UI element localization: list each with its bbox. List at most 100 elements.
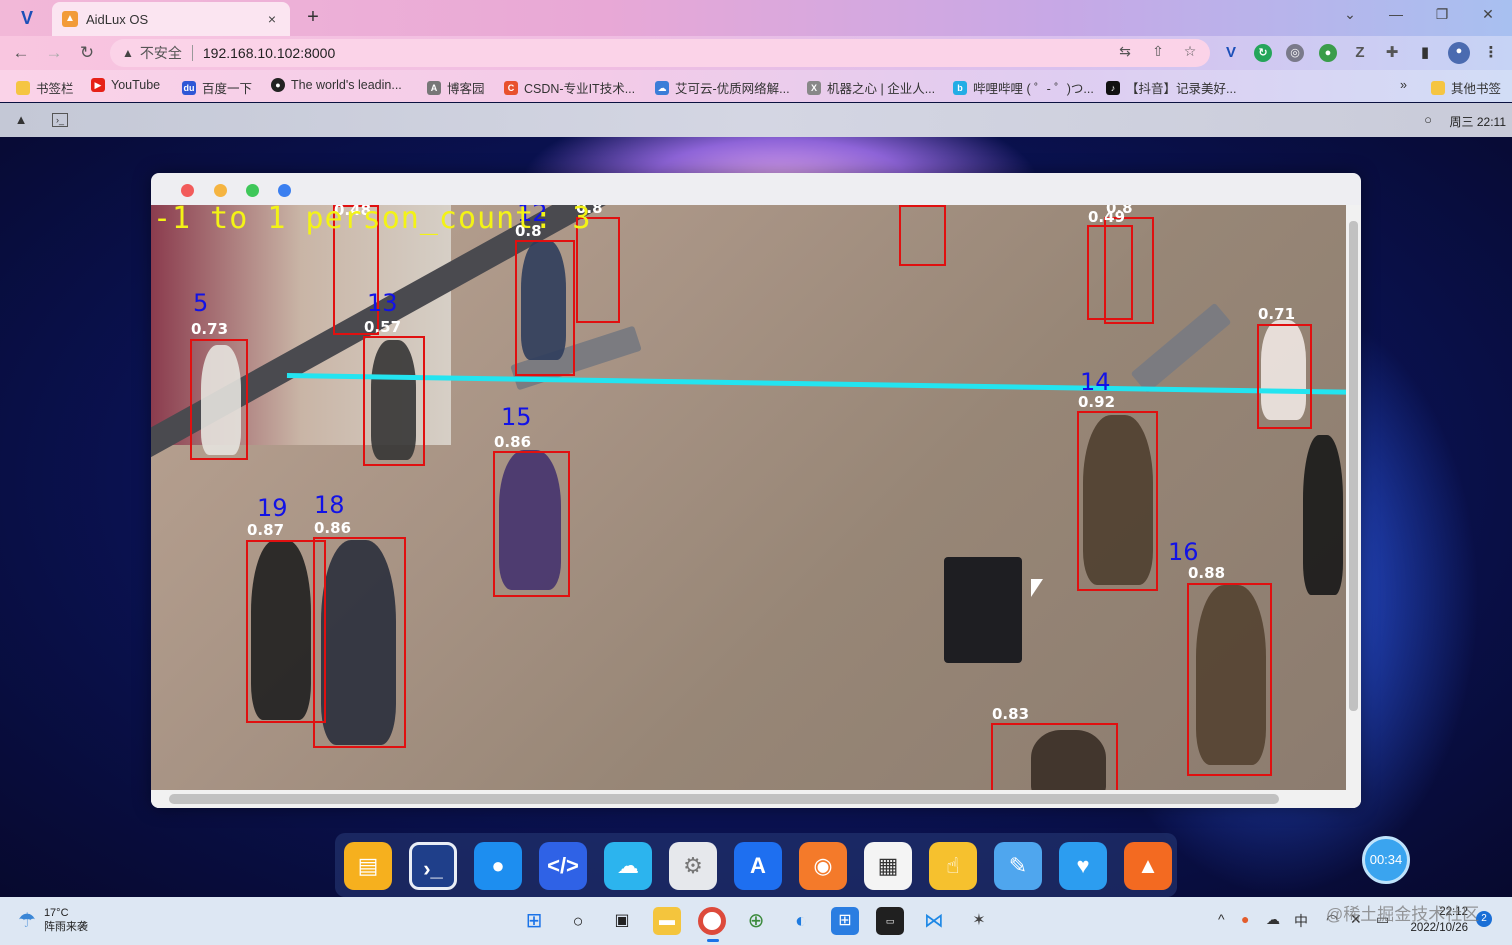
track-id: 15 [501, 403, 532, 431]
files-app-icon[interactable]: ▤ [344, 842, 392, 890]
tab-aidlux[interactable]: ▲ AidLux OS × [52, 2, 290, 36]
search-icon[interactable]: ○ [1417, 109, 1439, 131]
folder-icon [1431, 80, 1445, 95]
heart-shield-icon[interactable]: ♥ [1059, 842, 1107, 890]
profile-avatar[interactable]: ● [1448, 42, 1470, 64]
bookmark-item[interactable]: ▶ YouTube [91, 78, 160, 92]
extension-user-icon[interactable]: ● [1319, 44, 1337, 62]
warning-triangle-icon[interactable]: ▲ [122, 46, 134, 60]
bookmark-item[interactable]: ♪ 【抖音】记录美好... [1106, 78, 1236, 97]
ime-indicator[interactable]: 中 [1294, 911, 1308, 931]
search-icon[interactable]: ○ [564, 907, 592, 935]
side-panel-icon[interactable]: ▮ [1416, 44, 1434, 62]
bookmark-item[interactable]: du 百度一下 [182, 78, 252, 97]
idea-bulb-icon[interactable]: ◉ [799, 842, 847, 890]
person [1303, 435, 1343, 595]
bookmark-item[interactable]: ● The world's leadin... [271, 78, 402, 92]
scrollbar-thumb[interactable] [1349, 221, 1358, 711]
close-window-button[interactable]: ✕ [1476, 6, 1500, 23]
forward-arrow-icon[interactable]: → [43, 42, 65, 64]
weather-widget[interactable]: ☂ 17°C 阵雨来袭 [18, 906, 88, 934]
window-maximize-dot[interactable] [246, 184, 259, 197]
track-id: 16 [1168, 538, 1199, 566]
file-explorer-icon[interactable]: ▬ [653, 907, 681, 935]
extension-globe-icon[interactable]: ◎ [1286, 44, 1304, 62]
windows-taskbar: ☂ 17°C 阵雨来袭 ⊞ ○ ▣ ▬ ⊕ ◐ ⊞ ▭ ⋈ ✶ ^ ● ☁ 中 … [0, 897, 1512, 945]
touch-hand-icon[interactable]: ☝ [929, 842, 977, 890]
bookmark-item[interactable]: b 哔哩哔哩 ( ゜- ゜)つ... [953, 78, 1094, 97]
restore-button[interactable]: ❐ [1430, 6, 1454, 23]
confidence-score: 0.73 [191, 320, 229, 338]
start-windows-icon[interactable]: ⊞ [520, 907, 548, 935]
window-minimize-dot[interactable] [214, 184, 227, 197]
url-text[interactable]: 192.168.10.102:8000 [203, 45, 335, 61]
bookmark-star-icon[interactable]: ☆ [1181, 43, 1199, 60]
pycharm-like-icon[interactable]: ⊕ [742, 907, 770, 935]
bookmark-item[interactable]: A 博客园 [427, 78, 485, 97]
window-close-dot[interactable] [181, 184, 194, 197]
bounding-box [363, 336, 425, 466]
bookmark-item[interactable]: ☁ 艾可云-优质网络解... [655, 78, 790, 97]
app-icon[interactable]: ✶ [965, 907, 993, 935]
extension-z-icon[interactable]: Z [1351, 44, 1369, 62]
track-id: 14 [1080, 368, 1111, 396]
cnblogs-icon: A [427, 80, 441, 95]
tools-icon[interactable]: ✎ [994, 842, 1042, 890]
new-tab-button[interactable]: + [301, 7, 325, 29]
extension-refresh-icon[interactable]: ↻ [1254, 44, 1272, 62]
security-label[interactable]: 不安全 [140, 43, 182, 63]
terminal-icon[interactable]: ›_ [52, 113, 68, 127]
extension-v-icon[interactable]: V [1222, 44, 1240, 62]
calculator-icon[interactable]: ▦ [864, 842, 912, 890]
bounding-box [515, 240, 575, 376]
app-store-icon[interactable]: A [734, 842, 782, 890]
share-icon[interactable]: ⇧ [1149, 43, 1167, 60]
back-arrow-icon[interactable]: ← [10, 42, 32, 64]
chrome-icon[interactable] [698, 907, 726, 935]
track-id: 18 [314, 491, 345, 519]
extensions-puzzle-icon[interactable]: ✚ [1383, 44, 1401, 62]
menu-kebab-icon[interactable]: ⋮ [1482, 44, 1500, 62]
other-bookmarks[interactable]: 其他书签 [1431, 78, 1501, 97]
minimize-button[interactable]: — [1384, 6, 1408, 22]
tab-search-button[interactable]: ⌄ [1338, 6, 1362, 23]
horizontal-scrollbar[interactable] [151, 790, 1361, 808]
address-divider [191, 45, 193, 61]
aidlux-logo-icon[interactable]: ▲ [10, 109, 32, 131]
bookmark-item[interactable]: X 机器之心 | 企业人... [807, 78, 935, 97]
qq-tray-icon[interactable]: ● [1241, 911, 1249, 927]
code-app-icon[interactable]: </> [539, 842, 587, 890]
vertical-scrollbar[interactable] [1346, 205, 1361, 790]
scrollbar-thumb[interactable] [169, 794, 1279, 804]
csdn-icon: C [504, 80, 518, 95]
browser-app-icon[interactable]: ● [474, 842, 522, 890]
store-icon[interactable]: ⊞ [831, 907, 859, 935]
reload-icon[interactable]: ↻ [76, 42, 98, 64]
tab-close-button[interactable]: × [264, 11, 280, 27]
translate-icon[interactable]: ⇆ [1116, 43, 1134, 60]
task-view-icon[interactable]: ▣ [608, 907, 636, 935]
terminal-app-icon[interactable]: ›_ [409, 842, 457, 890]
tray-overflow-icon[interactable]: ^ [1218, 911, 1225, 927]
mysql-icon[interactable]: ▭ [876, 907, 904, 935]
edge-icon[interactable]: ◐ [787, 907, 815, 935]
confidence-score: 0.88 [1188, 564, 1226, 582]
bookmark-item[interactable]: 书签栏 [16, 78, 74, 97]
app-window[interactable]: 0.48 0.8 0.8 0.73 0.57 0.86 0.87 0.86 0.… [151, 173, 1361, 808]
recording-timer[interactable]: 00:34 [1362, 836, 1410, 884]
onedrive-tray-icon[interactable]: ☁ [1266, 911, 1280, 928]
vscode-icon[interactable]: ⋈ [920, 907, 948, 935]
bookmarks-overflow-button[interactable]: » [1400, 78, 1407, 92]
settings-gear-icon[interactable]: ⚙ [669, 842, 717, 890]
confidence-score: 0.71 [1258, 305, 1296, 323]
window-extra-dot[interactable] [278, 184, 291, 197]
aidlux-app-icon[interactable]: ▲ [1124, 842, 1172, 890]
bounding-box [991, 723, 1118, 790]
bookmark-item[interactable]: C CSDN-专业IT技术... [504, 78, 635, 97]
address-bar[interactable]: ▲ 不安全 192.168.10.102:8000 [110, 39, 1210, 67]
track-id: 13 [367, 289, 398, 317]
bilibili-icon: b [953, 80, 967, 95]
cloud-app-icon[interactable]: ☁ [604, 842, 652, 890]
aidlux-top-bar: ▲ ›_ ○ 周三 22:11 [0, 103, 1512, 137]
browser-logo-icon[interactable]: V [14, 8, 40, 28]
